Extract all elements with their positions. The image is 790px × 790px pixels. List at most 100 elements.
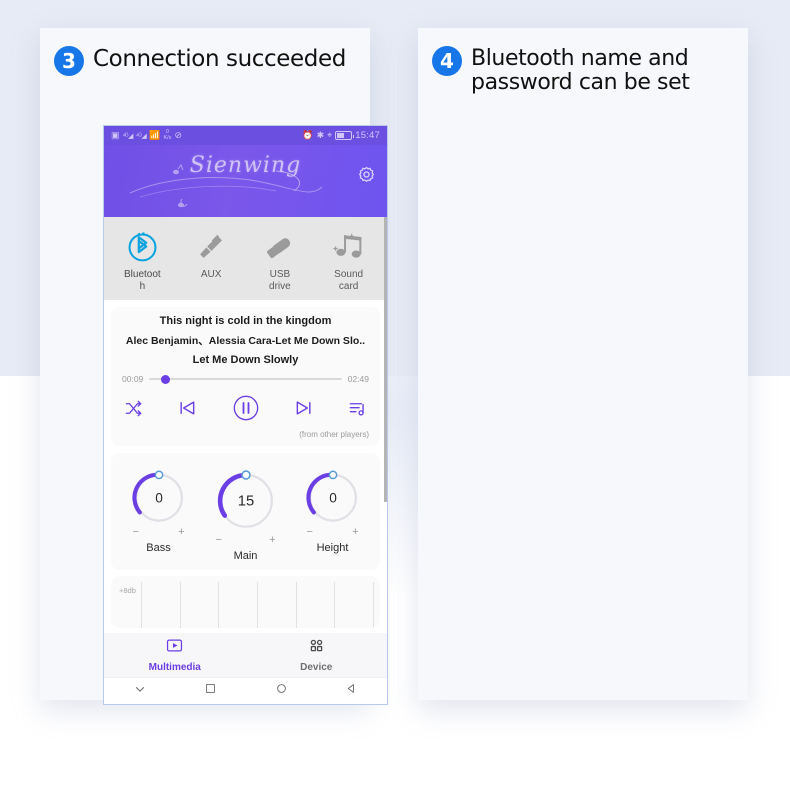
android-nav-bar (104, 677, 387, 704)
now-playing-panel: This night is cold in the kingdom Alec B… (111, 307, 380, 446)
knob-adjust-main: − + (210, 534, 282, 546)
knob-dial-main[interactable]: 15 (210, 463, 282, 535)
gear-icon[interactable] (357, 165, 376, 184)
step-4-title-line1: Bluetooth name and (471, 46, 689, 71)
source-label-line1: Sound (334, 269, 364, 280)
status-bar-left-icons: ▣ ⁴ᴳ◢ ⁴ᴳ◢ 📶 0 K/s ⊘ (111, 129, 182, 141)
tab-multimedia[interactable]: Multimedia (104, 633, 246, 677)
step-4-heading: 4 Bluetooth name and password can be set (418, 28, 748, 95)
source-label-line2: card (338, 280, 359, 292)
next-track-icon[interactable] (294, 398, 314, 423)
step-3-heading: 3 Connection succeeded (40, 28, 370, 76)
source-label-usb: USB drive (246, 269, 315, 292)
source-label-line1: Bluetoot (124, 269, 161, 280)
source-item-bluetooth[interactable]: Bluetoot h (108, 226, 177, 292)
knob-label-height: Height (316, 542, 349, 554)
source-item-aux[interactable]: AUX (177, 226, 246, 292)
knob-minus-main[interactable]: − (216, 534, 222, 546)
source-selector: Bluetoot h AUX USB drive Sound card (104, 217, 387, 300)
app-hero-banner: Sienwing (104, 145, 387, 217)
knob-plus-main[interactable]: + (269, 534, 275, 546)
equalizer-graph[interactable]: +8db (111, 576, 380, 628)
status-bar: ▣ ⁴ᴳ◢ ⁴ᴳ◢ 📶 0 K/s ⊘ ⏰ ✱ ⌖ 15:47 (104, 126, 387, 145)
step-4-title: Bluetooth name and password can be set (471, 46, 690, 95)
source-label-aux: AUX (200, 269, 222, 280)
shuffle-icon[interactable] (124, 399, 143, 423)
knob-height[interactable]: 0 − + Height (301, 463, 365, 554)
playlist-icon[interactable] (348, 399, 367, 423)
signal-2-icon: ⁴ᴳ◢ (135, 132, 147, 140)
multimedia-icon (166, 637, 183, 659)
location-icon: ⌖ (327, 130, 333, 140)
data-rate-icon: 0 K/s (163, 129, 172, 141)
seek-slider[interactable] (149, 374, 342, 384)
source-label-line2: drive (269, 280, 291, 292)
step-4-title-line2: password can be set (471, 69, 690, 95)
camera-icon: ▣ (111, 130, 120, 140)
source-item-usb[interactable]: USB drive (246, 226, 315, 292)
equalizer-scale-label: +8db (119, 586, 136, 595)
knob-adjust-bass: − + (127, 526, 191, 538)
knob-dial-height[interactable]: 0 (301, 463, 365, 527)
alarm-icon: ⏰ (302, 130, 314, 140)
source-label-line2: h (139, 280, 146, 292)
back-triangle-icon[interactable] (345, 682, 358, 700)
track-title: This night is cold in the kingdom (159, 315, 332, 327)
knob-minus-bass[interactable]: − (133, 526, 139, 538)
step-3-badge: 3 (54, 46, 84, 76)
aux-plug-icon (177, 226, 246, 266)
tab-label-device: Device (300, 662, 333, 673)
tab-label-multimedia: Multimedia (148, 662, 201, 673)
step-4-badge: 4 (432, 46, 462, 76)
bluetooth-icon: ✱ (316, 130, 325, 140)
dnd-icon: ⊘ (174, 130, 182, 140)
source-label-bluetooth: Bluetoot h (108, 269, 177, 292)
seek-handle[interactable] (160, 374, 170, 384)
track-artist: Alec Benjamin、Alessia Cara-Let Me Down S… (125, 335, 366, 347)
bottom-tab-bar: Multimedia Device (104, 633, 387, 677)
equalizer-gridlines (141, 582, 374, 628)
brand-logo: Sienwing (189, 153, 302, 178)
knob-plus-height[interactable]: + (352, 526, 358, 538)
wifi-icon: 📶 (149, 130, 161, 140)
recents-square-icon[interactable] (204, 682, 217, 700)
bluetooth-icon (108, 226, 177, 266)
tab-device[interactable]: Device (246, 633, 388, 677)
knob-value-bass: 0 (155, 490, 163, 505)
eq-knob-panel: 0 − + Bass 15 − + Main 0 − + Height (111, 453, 380, 570)
phone-mockup-player: ▣ ⁴ᴳ◢ ⁴ᴳ◢ 📶 0 K/s ⊘ ⏰ ✱ ⌖ 15:47 Sienwing… (103, 125, 388, 705)
knob-bass[interactable]: 0 − + Bass (127, 463, 191, 554)
source-label-sound-card: Sound card (314, 269, 383, 292)
device-grid-icon (308, 637, 325, 659)
sound-card-icon (314, 226, 383, 266)
scrollbar[interactable] (384, 217, 387, 502)
knob-minus-height[interactable]: − (307, 526, 313, 538)
total-duration: 02:49 (347, 374, 369, 384)
panel-step-4: 4 Bluetooth name and password can be set… (418, 28, 748, 700)
pause-icon[interactable] (231, 393, 261, 428)
seek-row: 00:09 02:49 (122, 374, 369, 384)
knob-label-bass: Bass (146, 542, 171, 554)
status-bar-right-icons: ⏰ ✱ ⌖ 15:47 (302, 130, 380, 141)
usb-drive-icon (246, 226, 315, 266)
knob-dial-bass[interactable]: 0 (127, 463, 191, 527)
signal-1-icon: ⁴ᴳ◢ (122, 132, 134, 140)
elapsed-time: 00:09 (122, 374, 144, 384)
player-source-note: (from other players) (299, 430, 369, 439)
battery-icon (335, 131, 355, 140)
step-3-title: Connection succeeded (93, 46, 346, 72)
knob-adjust-height: − + (301, 526, 365, 538)
source-item-sound-card[interactable]: Sound card (314, 226, 383, 292)
status-bar-time: 15:47 (355, 130, 380, 141)
knob-value-height: 0 (329, 490, 337, 505)
knob-plus-bass[interactable]: + (178, 526, 184, 538)
home-circle-icon[interactable] (275, 682, 288, 700)
knob-main[interactable]: 15 − + Main (210, 463, 282, 562)
hide-keyboard-icon[interactable] (133, 682, 147, 701)
knob-label-main: Main (233, 550, 258, 562)
previous-track-icon[interactable] (177, 398, 197, 423)
source-label-line1: USB (269, 269, 291, 280)
panel-step-3: 3 Connection succeeded ▣ ⁴ᴳ◢ ⁴ᴳ◢ 📶 0 K/s … (40, 28, 388, 705)
playback-controls (122, 393, 369, 428)
knob-row: 0 − + Bass 15 − + Main 0 − + Height (117, 463, 374, 562)
